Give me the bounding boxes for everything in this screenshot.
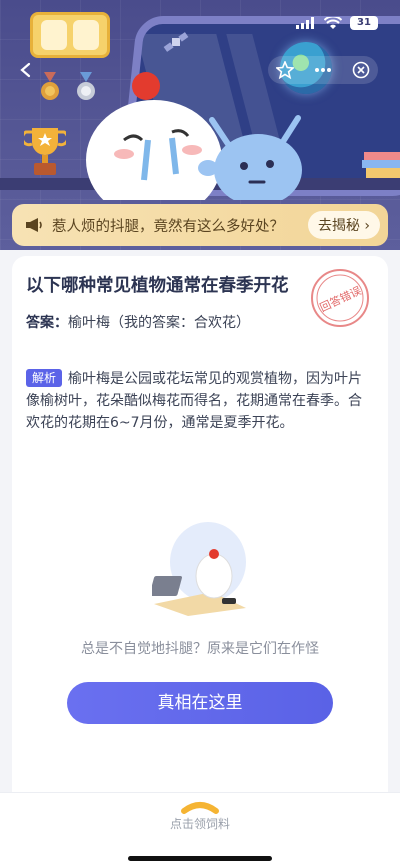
answer-line: 答案：榆叶梅（我的答案：合欢花） <box>26 312 250 332</box>
analysis-tag: 解析 <box>26 369 63 387</box>
chicken-laptop-illustration <box>152 522 246 616</box>
answer-value: 榆叶梅（我的答案：合欢花） <box>68 315 250 331</box>
books-icon <box>362 152 400 178</box>
wifi-icon <box>324 16 342 29</box>
question-card: 以下哪种常见植物通常在春季开花 回答错误 答案：榆叶梅（我的答案：合欢花） 解析… <box>12 256 388 816</box>
close-icon[interactable] <box>352 61 370 79</box>
promo-text: 惹人烦的抖腿，竟然有这么多好处？ <box>52 218 284 235</box>
claim-feed-label[interactable]: 点击领饲料 <box>0 815 400 832</box>
promo-banner[interactable]: 惹人烦的抖腿，竟然有这么多好处？ 去揭秘 › <box>12 204 388 246</box>
home-indicator <box>128 856 272 861</box>
stamp-text: 回答错误 <box>318 283 364 314</box>
alien-character <box>198 115 302 200</box>
star-icon[interactable] <box>276 61 294 79</box>
medal-silver-icon <box>73 20 99 50</box>
top-controls <box>268 56 378 84</box>
back-arrow-icon[interactable] <box>18 62 34 78</box>
medal-gold-icon <box>41 20 67 50</box>
wrong-answer-stamp: 回答错误 <box>311 269 369 327</box>
signal-icon <box>296 17 314 29</box>
truth-button[interactable]: 真相在这里 <box>67 682 333 724</box>
reveal-button-label: 去揭秘 <box>317 218 360 234</box>
trophy-icon <box>24 128 66 175</box>
battery-indicator: 31 <box>350 16 378 30</box>
analysis-block: 解析 榆叶梅是公园或花坛常见的观赏植物，因为叶片像榆树叶，花朵酷似梅花而得名，花期… <box>26 368 374 434</box>
bronze-medal-icon <box>41 72 59 100</box>
question-title: 以下哪种常见植物通常在春季开花 <box>26 276 289 296</box>
medal-board[interactable] <box>30 12 110 58</box>
cta-subtitle: 总是不自觉地抖腿？原来是它们在作怪 <box>81 641 319 657</box>
answer-label: 答案： <box>26 315 68 331</box>
bottom-bar[interactable]: 点击领饲料 <box>0 792 400 866</box>
more-icon[interactable] <box>312 61 334 79</box>
analysis-text: 榆叶梅是公园或花坛常见的观赏植物，因为叶片像榆树叶，花朵酷似梅花而得名，花期通常… <box>26 371 363 431</box>
megaphone-icon <box>26 218 42 232</box>
reveal-button[interactable]: 去揭秘 › <box>307 211 380 239</box>
